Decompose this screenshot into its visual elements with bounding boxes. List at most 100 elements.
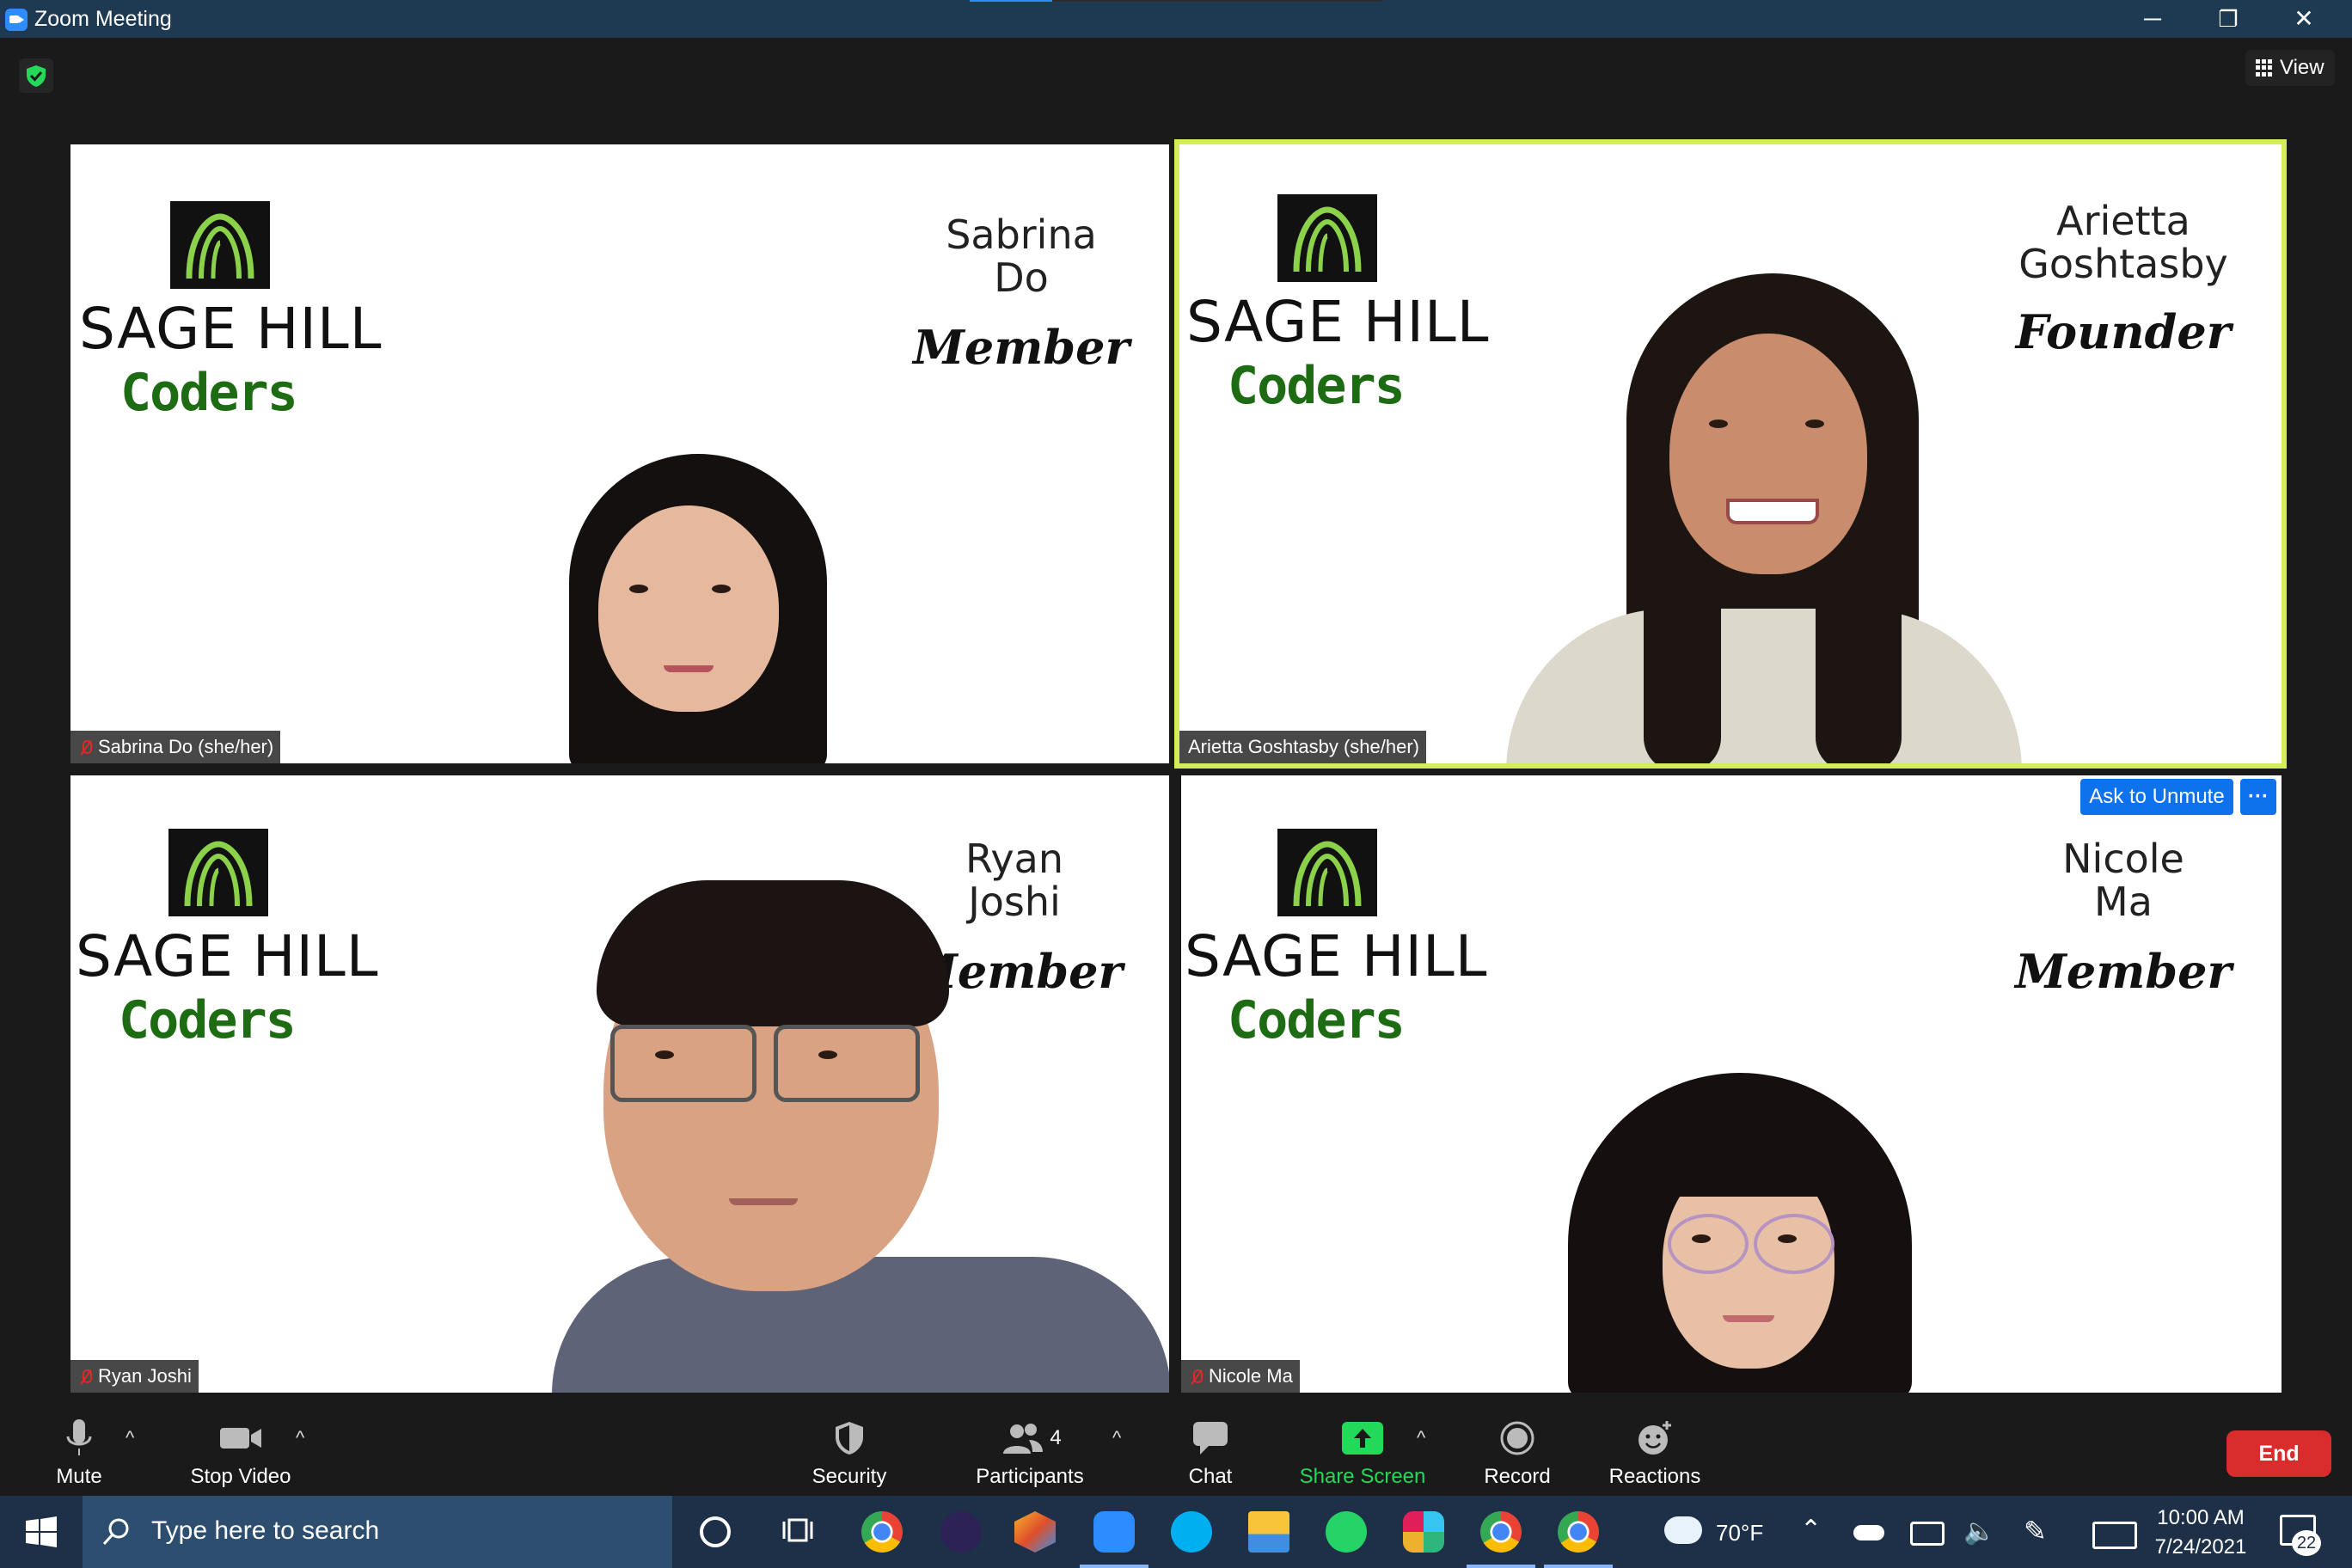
chrome-profile-a-icon[interactable] — [1544, 1511, 1613, 1568]
card-last-name: Do — [994, 254, 1049, 301]
more-options-button[interactable]: ··· — [2240, 779, 2276, 815]
participant-hair — [597, 880, 949, 1026]
whatsapp-icon[interactable] — [1326, 1511, 1367, 1553]
security-shield-icon — [799, 1415, 899, 1461]
card-name: Arietta Goshtasby — [1969, 199, 2278, 285]
participant-name: Nicole Ma — [1209, 1365, 1293, 1387]
participant-name-tag: Nicole Ma — [1181, 1360, 1300, 1393]
video-options-caret-icon[interactable]: ^ — [296, 1427, 304, 1449]
card-first-name: Arietta — [2056, 198, 2190, 244]
mute-button[interactable]: Mute — [38, 1415, 120, 1489]
video-tile-arietta[interactable]: SAGE HILL Coders Arietta Goshtasby Found… — [1174, 139, 2287, 769]
onedrive-icon[interactable] — [1853, 1525, 1884, 1540]
view-label: View — [2280, 56, 2324, 79]
glasses-right-lens — [1754, 1214, 1834, 1274]
participant-mouth — [664, 665, 714, 672]
video-tile-sabrina[interactable]: SAGE HILL Coders Sabrina Do Member Sabri… — [70, 144, 1169, 763]
chat-bubble-icon — [1176, 1415, 1245, 1461]
participant-eye — [1692, 1234, 1711, 1243]
card-first-name: Nicole — [2062, 836, 2184, 882]
clock-date[interactable]: 7/24/2021 — [2153, 1535, 2249, 1559]
participant-mouth — [729, 1198, 798, 1205]
security-button[interactable]: Security — [799, 1415, 899, 1489]
brand-title: SAGE HILL — [79, 296, 383, 362]
share-screen-button[interactable]: Share Screen — [1296, 1415, 1429, 1489]
participants-button[interactable]: 4 Participants — [970, 1415, 1090, 1489]
weather-temperature[interactable]: 70°F — [1716, 1520, 1763, 1547]
tray-overflow-chevron-icon[interactable]: ⌃ — [1800, 1515, 1822, 1545]
participant-mouth — [1723, 1315, 1774, 1322]
cortana-icon[interactable] — [700, 1516, 731, 1547]
brand-subtitle: Coders — [120, 363, 298, 423]
ask-to-unmute-button[interactable]: Ask to Unmute — [2080, 779, 2233, 815]
share-screen-arrow-icon — [1296, 1415, 1429, 1461]
restore-button[interactable]: ❐ — [2190, 0, 2266, 38]
chrome-icon[interactable] — [861, 1511, 903, 1553]
search-placeholder: Type here to search — [151, 1516, 380, 1545]
window-title: Zoom Meeting — [34, 7, 172, 31]
reactions-smiley-icon — [1606, 1415, 1704, 1461]
participant-eye — [629, 585, 648, 593]
muted-mic-icon — [79, 738, 92, 757]
clock-time[interactable]: 10:00 AM — [2153, 1506, 2249, 1530]
video-tile-ryan[interactable]: SAGE HILL Coders Ryan Joshi Member Ryan … — [70, 775, 1169, 1393]
participants-label: Participants — [976, 1465, 1084, 1488]
share-options-caret-icon[interactable]: ^ — [1417, 1427, 1425, 1449]
chat-label: Chat — [1188, 1465, 1233, 1488]
brand-title: SAGE HILL — [1186, 289, 1490, 355]
stop-video-button[interactable]: Stop Video — [181, 1415, 301, 1489]
end-meeting-button[interactable]: End — [2226, 1430, 2331, 1477]
card-first-name: Sabrina — [946, 211, 1097, 258]
skype-icon[interactable] — [1171, 1511, 1212, 1553]
participant-name: Ryan Joshi — [98, 1365, 192, 1387]
glasses-left-lens — [610, 1025, 756, 1102]
zoom-taskbar-icon[interactable] — [1080, 1511, 1148, 1568]
task-view-icon[interactable] — [782, 1515, 813, 1546]
sage-hill-logo-icon — [168, 829, 268, 916]
participant-name: Arietta Goshtasby (she/her) — [1188, 736, 1420, 757]
participant-shirt — [552, 1257, 1169, 1393]
brand-title: SAGE HILL — [76, 923, 379, 989]
stop-video-label: Stop Video — [190, 1465, 291, 1488]
record-button[interactable]: Record — [1477, 1415, 1558, 1489]
participant-eye — [1805, 420, 1824, 428]
card-name: Nicole Ma — [1969, 837, 2278, 923]
taskbar-search-input[interactable]: Type here to search — [83, 1496, 672, 1568]
brand-title: SAGE HILL — [1185, 923, 1488, 989]
reactions-button[interactable]: Reactions — [1606, 1415, 1704, 1489]
battery-icon[interactable] — [1910, 1522, 1945, 1546]
close-button[interactable]: ✕ — [2266, 0, 2342, 38]
record-label: Record — [1484, 1465, 1551, 1488]
brand-subtitle: Coders — [119, 990, 297, 1050]
weather-cloud-icon[interactable] — [1664, 1516, 1702, 1544]
encryption-shield-icon[interactable] — [19, 58, 53, 93]
card-role: Founder — [2015, 304, 2232, 359]
title-bar: Zoom Meeting ─ ❐ ✕ — [0, 0, 2352, 38]
sketchup-icon[interactable] — [1014, 1511, 1056, 1553]
eclipse-icon[interactable] — [940, 1511, 982, 1553]
chrome-profile-icon[interactable] — [1467, 1511, 1535, 1568]
participant-name: Sabrina Do (she/her) — [98, 736, 274, 757]
file-explorer-icon[interactable] — [1248, 1511, 1289, 1553]
sage-hill-logo-icon — [170, 201, 270, 289]
windows-start-icon[interactable] — [26, 1516, 57, 1547]
meeting-controls: Mute ^ Stop Video ^ Security 4 Participa… — [0, 1393, 2352, 1496]
card-last-name: Ma — [2094, 879, 2153, 925]
participants-options-caret-icon[interactable]: ^ — [1112, 1427, 1121, 1449]
notification-count-badge: 22 — [2292, 1530, 2321, 1556]
chat-button[interactable]: Chat — [1176, 1415, 1245, 1489]
keyboard-icon[interactable] — [2092, 1522, 2137, 1549]
video-tile-nicole[interactable]: SAGE HILL Coders Nicole Ma Member Ask to… — [1181, 775, 2282, 1393]
minimize-button[interactable]: ─ — [2115, 0, 2190, 38]
reactions-label: Reactions — [1608, 1465, 1701, 1488]
security-label: Security — [812, 1465, 887, 1488]
view-button[interactable]: View — [2245, 50, 2335, 86]
volume-icon[interactable]: 🔈 — [1963, 1516, 1995, 1547]
participant-mouth — [1726, 499, 1819, 524]
card-role: Member — [2015, 944, 2232, 999]
audio-options-caret-icon[interactable]: ^ — [126, 1427, 134, 1449]
pen-icon[interactable]: ✎ — [2024, 1515, 2047, 1547]
card-name: Sabrina Do — [867, 213, 1169, 299]
participant-shirt — [1506, 609, 2022, 763]
slack-icon[interactable] — [1403, 1511, 1444, 1553]
